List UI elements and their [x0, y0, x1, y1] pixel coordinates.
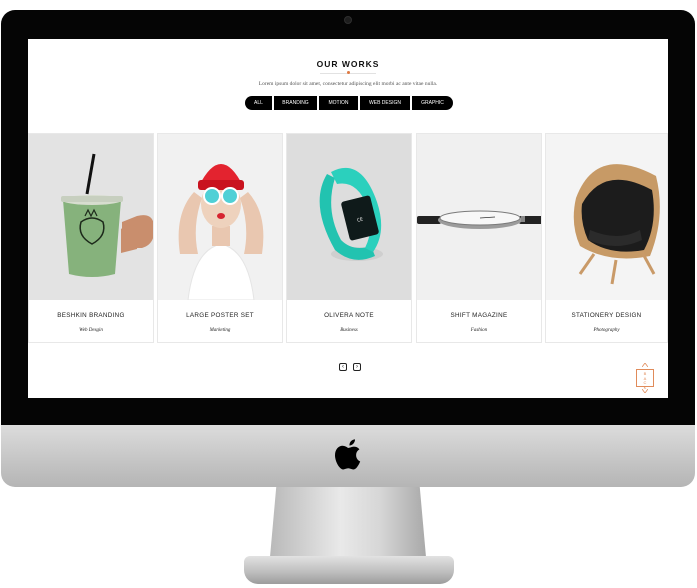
portfolio-card[interactable]: CE OLIVERA NOTE Business — [286, 133, 412, 343]
filter-motion[interactable]: MOTION — [319, 96, 358, 110]
section-subtitle: Lorem ipsum dolor sit amet, consectetur … — [258, 81, 438, 87]
card-category: Web Desgin — [79, 328, 103, 333]
woman-red-beanie-sunglasses-image — [158, 134, 282, 300]
apple-logo-icon — [335, 439, 361, 470]
card-title: LARGE POSTER SET — [186, 312, 254, 319]
monitor-stand-neck — [270, 487, 426, 557]
card-title: BESHKIN BRANDING — [57, 312, 125, 319]
portfolio-card[interactable]: BESHKIN BRANDING Web Desgin — [28, 133, 154, 343]
green-smoothie-cup-image — [29, 134, 153, 300]
portfolio-card[interactable]: SHIFT MAGAZINE Fashion — [416, 133, 542, 343]
arrow-down-icon — [642, 389, 648, 393]
teal-fitness-band-image: CE — [287, 134, 411, 300]
filter-web-design[interactable]: WEB DESIGN — [360, 96, 410, 110]
title-accent-dot — [347, 71, 350, 74]
filter-branding[interactable]: BRANDING — [274, 96, 317, 110]
chevron-left-icon: ‹ — [342, 364, 344, 370]
card-title: STATIONERY DESIGN — [571, 312, 642, 319]
carousel-prev-button[interactable]: ‹ — [339, 363, 347, 371]
card-category: Business — [340, 328, 358, 333]
card-title: OLIVERA NOTE — [324, 312, 374, 319]
webcam — [344, 16, 352, 24]
website-screen: OUR WORKS Lorem ipsum dolor sit amet, co… — [28, 39, 668, 398]
back-to-top-label: BACK — [643, 371, 647, 390]
portfolio-card[interactable]: STATIONERY DESIGN Photography — [545, 133, 668, 343]
portfolio-filters: ALL BRANDING MOTION WEB DESIGN GRAPHIC — [245, 96, 453, 110]
chevron-right-icon: › — [356, 364, 358, 370]
minimal-wristwatch-image — [417, 134, 541, 300]
carousel-next-button[interactable]: › — [353, 363, 361, 371]
card-title: SHIFT MAGAZINE — [450, 312, 508, 319]
card-category: Fashion — [470, 328, 488, 333]
card-category: Marketing — [209, 328, 231, 333]
arrow-up-icon — [642, 363, 648, 367]
filter-all[interactable]: ALL — [245, 96, 272, 110]
filter-graphic[interactable]: GRAPHIC — [412, 96, 453, 110]
wooden-lounge-chair-image — [546, 134, 667, 300]
card-category: Photography — [593, 328, 620, 333]
monitor-stand-base — [244, 556, 454, 584]
back-to-top-button[interactable]: BACK — [636, 369, 654, 390]
portfolio-card[interactable]: LARGE POSTER SET Marketing — [157, 133, 283, 343]
section-title: OUR WORKS — [316, 59, 380, 69]
